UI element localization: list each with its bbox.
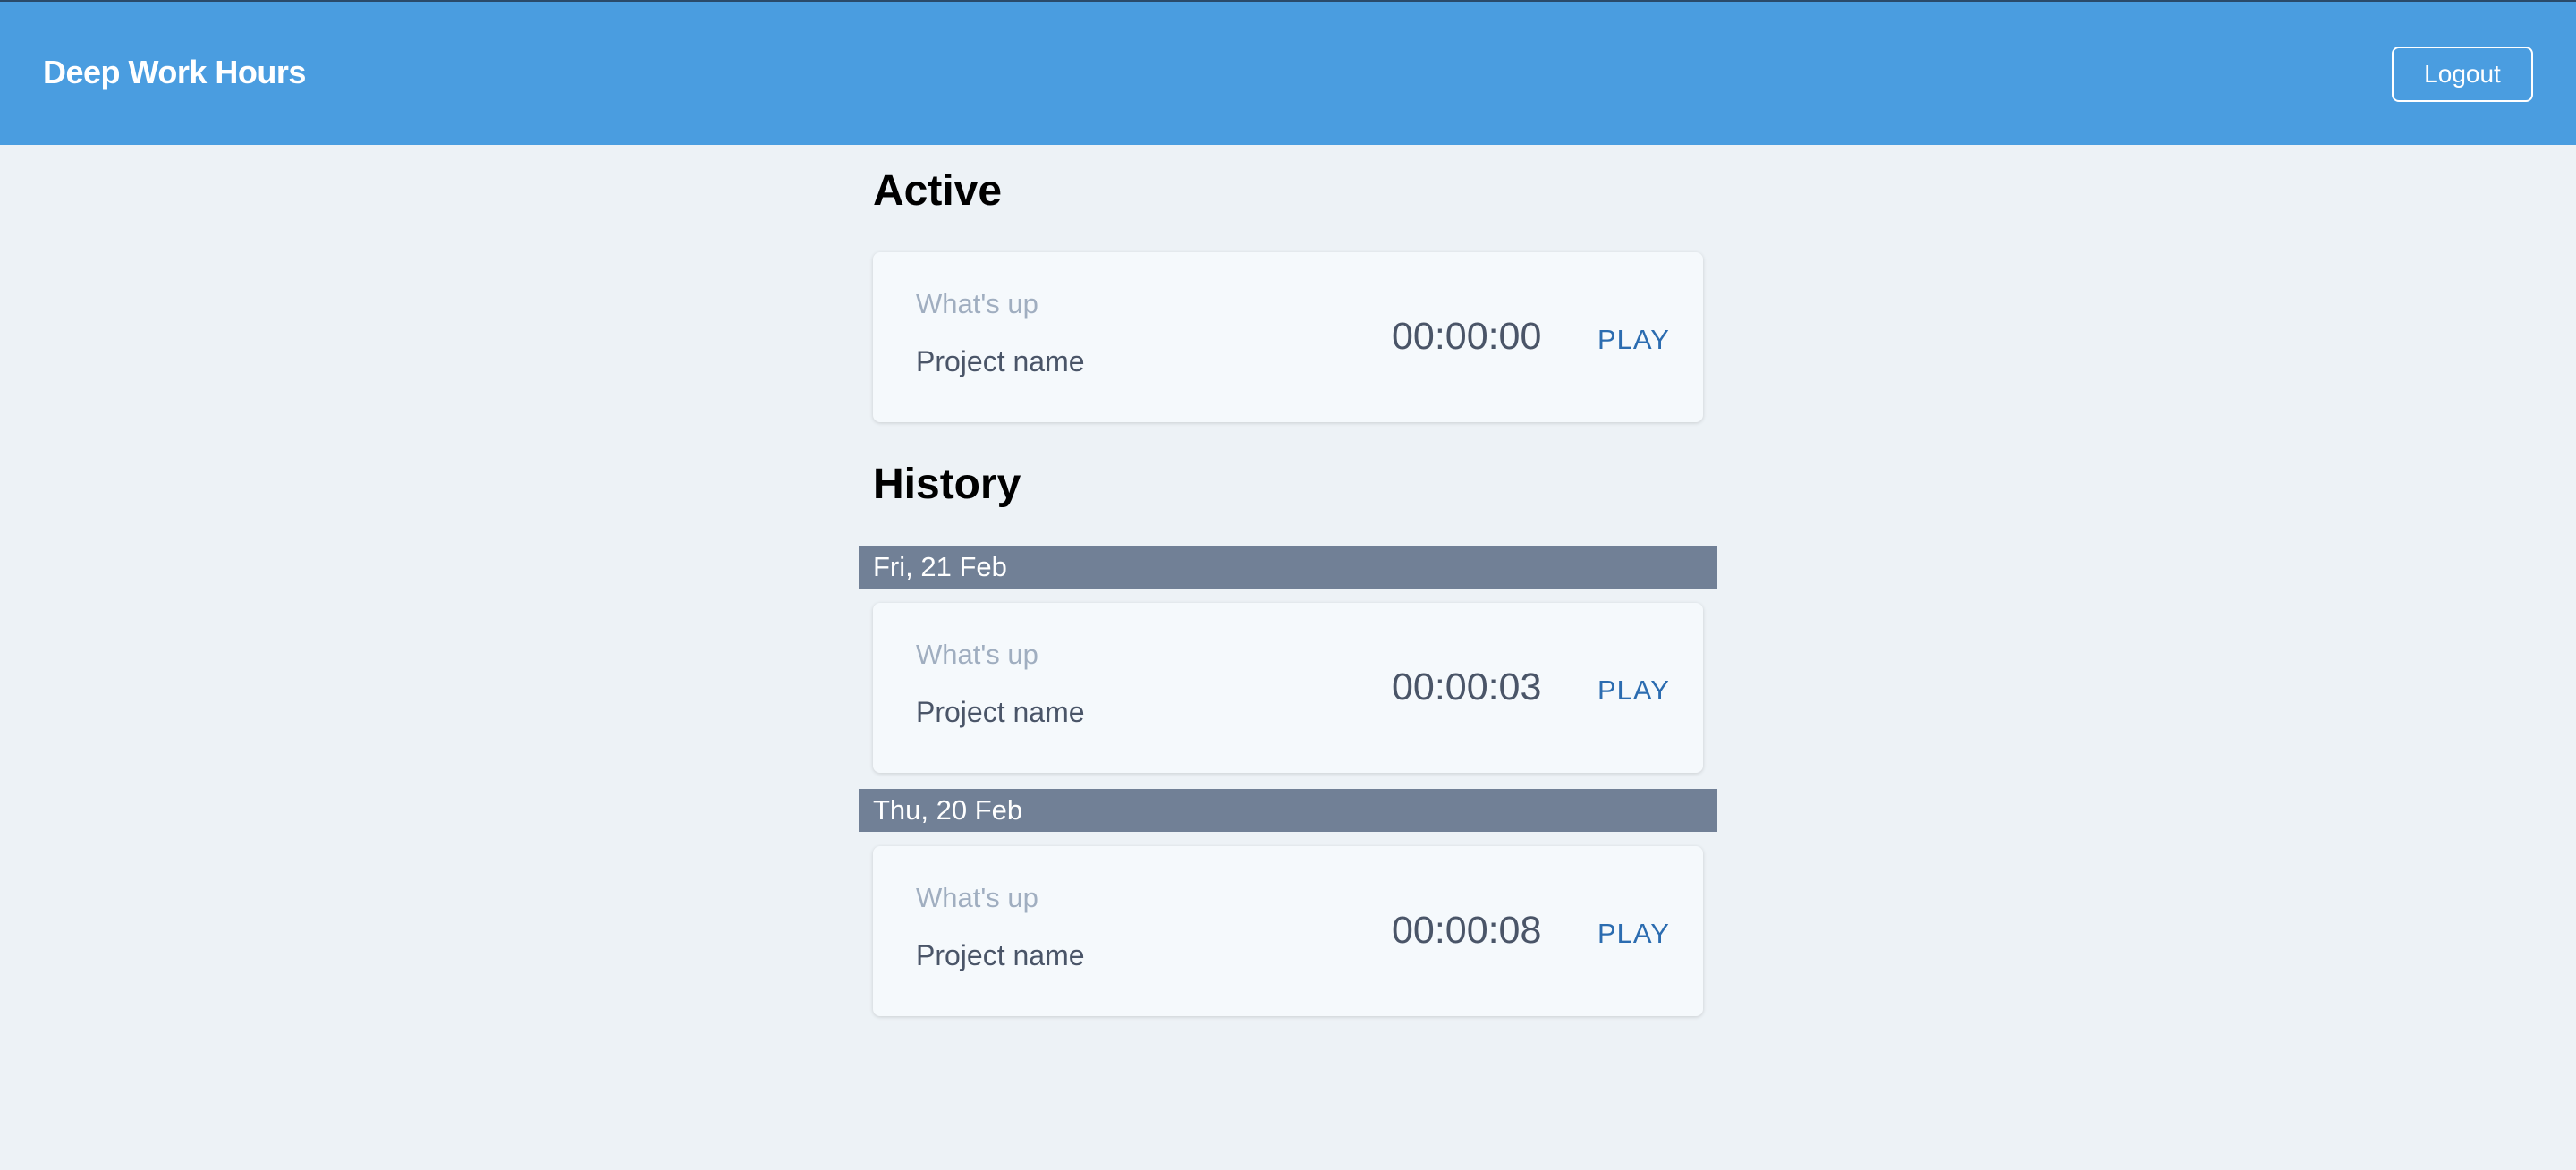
history-date-header: Thu, 20 Feb	[859, 789, 1717, 832]
description-input[interactable]: What's up	[916, 882, 1038, 914]
history-entry-card: What's up Project name 00:00:08 PLAY	[873, 846, 1703, 1016]
app-header: Deep Work Hours Logout	[0, 2, 2576, 145]
project-selector[interactable]: Project name	[916, 345, 1085, 378]
project-selector[interactable]: Project name	[916, 696, 1085, 729]
timer-display: 00:00:08	[1392, 909, 1542, 952]
timer-display: 00:00:00	[1392, 315, 1542, 358]
timer-display: 00:00:03	[1392, 666, 1542, 708]
active-heading: Active	[873, 167, 1003, 215]
description-input[interactable]: What's up	[916, 288, 1038, 320]
logout-button[interactable]: Logout	[2392, 47, 2533, 102]
history-heading: History	[873, 461, 1021, 508]
play-button[interactable]: PLAY	[1597, 324, 1670, 356]
description-input[interactable]: What's up	[916, 639, 1038, 671]
project-selector[interactable]: Project name	[916, 939, 1085, 972]
history-entry-card: What's up Project name 00:00:03 PLAY	[873, 603, 1703, 773]
play-button[interactable]: PLAY	[1597, 674, 1670, 707]
app-title: Deep Work Hours	[43, 54, 306, 90]
play-button[interactable]: PLAY	[1597, 918, 1670, 950]
history-date-header: Fri, 21 Feb	[859, 546, 1717, 589]
active-entry-card: What's up Project name 00:00:00 PLAY	[873, 252, 1703, 422]
